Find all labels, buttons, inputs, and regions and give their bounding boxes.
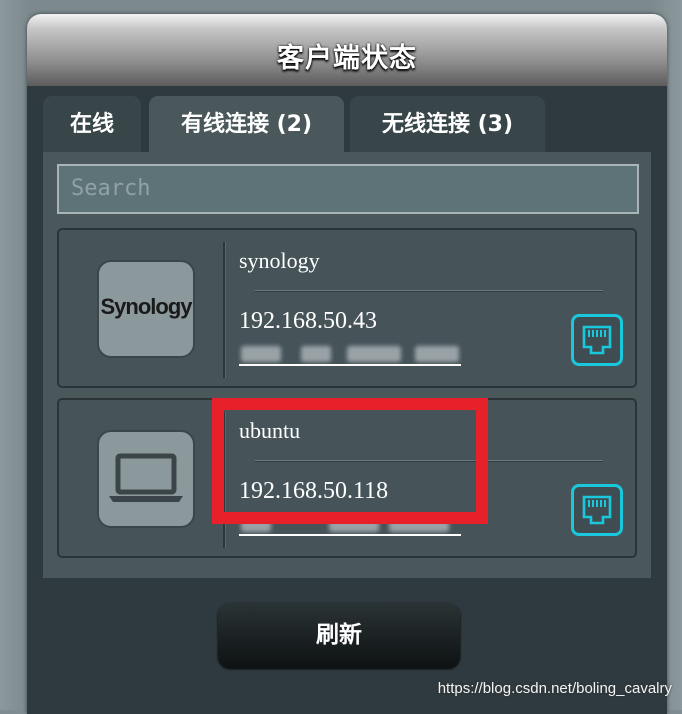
search-input[interactable]: Search (57, 164, 639, 214)
synology-logo-icon: Synology (97, 260, 195, 358)
watermark-text: https://blog.csdn.net/boling_cavalry (437, 680, 672, 697)
synology-logo-text: Synology (100, 294, 192, 319)
tab-wired[interactable]: 有线连接 (2) (149, 96, 344, 154)
card-separator (255, 290, 603, 292)
laptop-icon (97, 430, 195, 528)
tab-wireless[interactable]: 无线连接 (3) (350, 96, 545, 154)
client-ip: 192.168.50.43 (239, 308, 377, 334)
ethernet-icon[interactable] (571, 314, 623, 366)
annotation-highlight-box (212, 398, 488, 524)
ethernet-icon[interactable] (571, 484, 623, 536)
panel-header: 客户端状态 (27, 14, 667, 86)
card-divider (223, 242, 226, 378)
refresh-button[interactable]: 刷新 (218, 603, 460, 668)
tab-online[interactable]: 在线 (43, 96, 141, 154)
client-name: synology (239, 248, 320, 273)
client-card-synology[interactable]: Synology synology 192.168.50.43 (57, 228, 637, 388)
panel-title: 客户端状态 (277, 43, 417, 74)
client-mac-redacted[interactable] (239, 344, 461, 366)
